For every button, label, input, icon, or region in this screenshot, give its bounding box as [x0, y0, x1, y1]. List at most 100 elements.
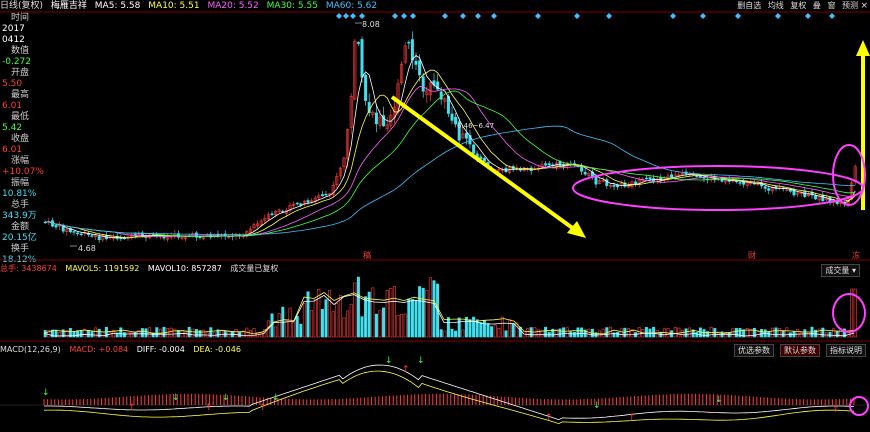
candle [90, 235, 94, 237]
volume-bar [101, 331, 105, 338]
volume-bar [428, 277, 432, 338]
volume-bar [191, 328, 195, 338]
chevron-down-icon: ▾ [851, 266, 856, 275]
volume-bar [259, 332, 263, 338]
volume-bar [184, 331, 188, 338]
volume-bar [580, 327, 584, 338]
volume-bar [619, 328, 623, 338]
volume-bar [680, 329, 684, 338]
candle [421, 76, 425, 92]
volume-bar [817, 328, 821, 338]
volume-bar [119, 327, 123, 338]
volume-bar [497, 328, 501, 338]
volume-bar [79, 329, 83, 338]
macd-title: MACD(12,26,9) [0, 345, 61, 354]
volume-bar [126, 331, 130, 338]
event-diamond-icon [829, 13, 835, 19]
volume-bar [360, 316, 364, 338]
candle [76, 232, 80, 235]
macd-signal-icon: ↑ [545, 413, 553, 423]
macd-signal-icon: ↓ [42, 388, 50, 398]
candle [464, 132, 468, 139]
volume-bar [446, 317, 450, 338]
volume-bar [396, 315, 400, 338]
volume-bar [731, 328, 735, 338]
macd-signal-icon: ↓ [272, 393, 280, 403]
volume-bar [410, 299, 414, 338]
event-diamond-icon [392, 13, 398, 19]
low-price-mark: 4.68 [78, 244, 96, 253]
volume-bar [335, 303, 339, 338]
volume-bar [302, 303, 306, 338]
event-diamond-icon [336, 13, 342, 19]
candle [439, 91, 443, 100]
volume-bar [331, 311, 335, 338]
volume-bar [482, 320, 486, 338]
candle [767, 188, 771, 191]
volume-bar [349, 303, 353, 338]
event-diamond-icon [343, 13, 349, 19]
volume-bar [850, 288, 854, 338]
volume-bar [194, 329, 198, 338]
volume-bar [569, 331, 573, 338]
candle [360, 39, 364, 78]
volume-bar [90, 331, 94, 338]
volume-bar [76, 330, 80, 338]
candle [86, 233, 90, 235]
indicator-help-button[interactable]: 指标说明 [826, 344, 866, 357]
volume-bar [338, 295, 342, 338]
candle [583, 172, 587, 175]
chart-canvas[interactable]: ↓↑↓↑↓↑↓↓↑↓↑↓↑↓↑ 8.08 4.68 6.46~6.47 稿 财 … [0, 0, 870, 432]
candle [472, 144, 476, 154]
macd-signal-icon: ↑ [832, 405, 840, 415]
volume-bar [421, 287, 425, 338]
high-price-mark: 8.08 [362, 20, 380, 29]
event-diamond-icon [670, 13, 676, 19]
volume-bar [385, 290, 389, 338]
candle [612, 184, 616, 187]
volume-bar [828, 331, 832, 338]
down-arrow-head-icon [567, 221, 586, 238]
event-mark[interactable]: 财 [748, 250, 756, 260]
candle [97, 236, 101, 241]
volume-bar [122, 332, 126, 338]
volume-bar [587, 328, 591, 338]
volume-bar [504, 330, 508, 338]
volume-bar [616, 332, 620, 338]
volume-dropdown[interactable]: 成交量 ▾ [821, 264, 860, 277]
volume-header: 总手: 3438674 MAVOL5: 1191592 MAVOL10: 857… [0, 263, 284, 275]
volume-bar [202, 329, 206, 338]
markers-layer: ↓ ↑ ↓ ↑ ↓ ↑ ↓ ↓ ↑ ↓ ↑ ↓ ↑ ↓ ↑ [42, 13, 840, 423]
volume-bar [320, 308, 324, 338]
volume-bar [479, 322, 483, 338]
volume-bar [432, 280, 436, 338]
default-params-button[interactable]: 默认参数 [780, 344, 820, 357]
candle [414, 60, 418, 65]
event-diamond-icon [535, 13, 541, 19]
volume-bar [295, 316, 299, 338]
volume-bar [378, 310, 382, 338]
candle [407, 41, 411, 44]
volume-bar [274, 326, 278, 338]
optimize-params-button[interactable]: 优选参数 [734, 344, 774, 357]
volume-bar [403, 313, 407, 338]
event-mark[interactable]: 稿 [363, 250, 371, 260]
event-diamond-icon [606, 13, 612, 19]
ma30-line [45, 90, 856, 237]
volume-bar [781, 330, 785, 338]
volume-bar [425, 289, 429, 338]
candle [270, 213, 274, 216]
volume-bar [155, 327, 159, 338]
candle [306, 200, 310, 203]
volume-bar [472, 316, 476, 338]
volume-bar [389, 287, 393, 338]
volume-bar [173, 328, 177, 338]
volume-bar [601, 328, 605, 338]
dea-value: DEA: -0.046 [193, 345, 241, 354]
volume-bar [677, 327, 681, 338]
event-mark[interactable]: 冻 [852, 250, 860, 260]
volume-bar [356, 276, 360, 338]
volume-bar [306, 291, 310, 338]
event-diamond-icon [460, 13, 466, 19]
volume-bar [382, 307, 386, 338]
